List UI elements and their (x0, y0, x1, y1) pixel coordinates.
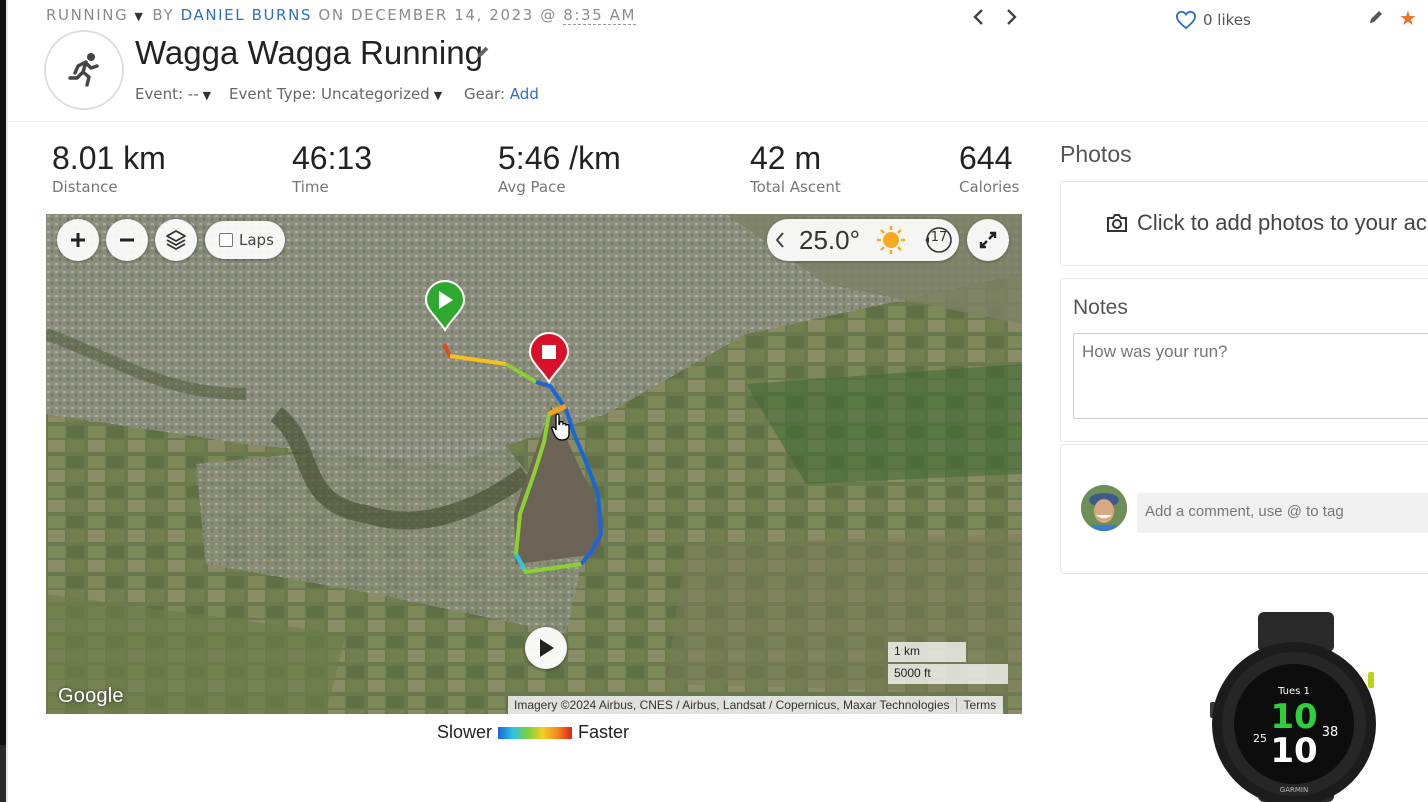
stat-distance: 8.01 km Distance (52, 140, 166, 196)
gear-field: Gear: Add (464, 85, 539, 103)
minus-icon (120, 238, 134, 242)
author-link[interactable]: DANIEL BURNS (181, 6, 312, 24)
play-icon (540, 639, 554, 657)
event-dropdown-icon: ▼ (202, 89, 212, 102)
chevron-left-icon[interactable] (773, 229, 787, 251)
activity-meta: RUNNING ▼ BY DANIEL BURNS ON DECEMBER 14, … (46, 6, 637, 25)
stat-value: 46:13 (292, 140, 373, 176)
photos-heading: Photos (1060, 141, 1132, 167)
stat-value: 644 (959, 140, 1013, 176)
notes-textarea[interactable] (1073, 333, 1428, 419)
window-edge (0, 0, 8, 802)
zoom-in-button[interactable] (57, 219, 99, 261)
terms-link[interactable]: Terms (955, 698, 1004, 712)
activity-title[interactable]: Wagga Wagga Running (135, 34, 483, 72)
watch-minute: 10 (1270, 731, 1317, 771)
plus-icon (71, 233, 85, 247)
stat-total-ascent: 42 m Total Ascent (750, 140, 841, 196)
add-photos-label: Click to add photos to your ac (1137, 210, 1427, 235)
stat-avg-pace: 5:46 /km Avg Pace (498, 140, 621, 196)
comments-panel: Add a comment, use @ to tag (1060, 444, 1428, 574)
stat-label: Time (292, 178, 329, 196)
stat-label: Avg Pace (498, 178, 566, 196)
imagery-credit: Imagery ©2024 Airbus, CNES / Airbus, Lan… (514, 698, 950, 712)
comment-input[interactable]: Add a comment, use @ to tag (1137, 493, 1428, 533)
previous-activity-icon[interactable] (968, 6, 988, 28)
activity-navigation (968, 6, 1022, 28)
running-activity-icon (44, 30, 124, 110)
pace-legend: Slower Faster (437, 722, 629, 743)
watch-date: Tues 1 (1277, 686, 1310, 697)
stat-label: Calories (959, 178, 1020, 196)
sun-icon (877, 226, 905, 254)
next-activity-icon[interactable] (1002, 6, 1022, 28)
add-photos-button[interactable]: Click to add photos to your ac (1105, 210, 1427, 236)
sport-dropdown-icon[interactable]: ▼ (134, 10, 144, 23)
edit-activity-icon[interactable] (1367, 8, 1385, 30)
stat-value: 42 m (750, 140, 822, 176)
fullscreen-button[interactable] (967, 219, 1009, 261)
legend-slower: Slower (437, 722, 493, 742)
date-label: ON DECEMBER 14, 2023 @ (318, 6, 557, 24)
stat-label: Distance (52, 178, 118, 196)
zoom-out-button[interactable] (106, 219, 148, 261)
expand-icon (979, 231, 997, 249)
start-marker-icon[interactable] (424, 280, 466, 332)
scale-km: 1 km (888, 642, 966, 662)
hand-cursor-icon (551, 413, 570, 441)
watch-left-stat: 25 (1253, 732, 1267, 745)
laps-toggle[interactable]: Laps (205, 221, 285, 259)
likes-count: 0 likes (1203, 11, 1251, 29)
camera-icon (1107, 214, 1127, 232)
heart-icon (1175, 10, 1197, 30)
layers-icon (166, 230, 186, 250)
sport-type[interactable]: RUNNING (46, 6, 128, 24)
temperature: 25.0° (799, 225, 861, 255)
favorite-star-icon[interactable]: ★ (1399, 6, 1417, 30)
laps-checkbox[interactable] (219, 233, 233, 247)
notes-panel: Notes (1060, 278, 1428, 442)
header-divider (8, 121, 1428, 122)
watch-brand: GARMIN (1280, 786, 1308, 794)
pace-gradient-bar (498, 726, 573, 739)
stat-value: 8.01 km (52, 140, 166, 176)
event-type-dropdown-icon: ▼ (433, 89, 443, 102)
map-attribution: Imagery ©2024 Airbus, CNES / Airbus, Lan… (508, 696, 1004, 714)
photos-panel: Click to add photos to your ac (1060, 181, 1428, 266)
garmin-watch-image: Tues 1 10 10 25 38 GARMIN (1210, 612, 1376, 802)
wind-speed: 17 (930, 230, 948, 245)
stat-label: Total Ascent (750, 178, 841, 196)
activity-time[interactable]: 8:35 AM (563, 6, 637, 25)
by-label: BY (152, 6, 175, 24)
google-logo: Google (58, 685, 124, 707)
event-dropdown[interactable]: Event: -- ▼ (135, 85, 211, 103)
map-scale: 1 km 5000 ft (888, 642, 1008, 684)
stat-time: 46:13 Time (292, 140, 372, 196)
event-type-dropdown[interactable]: Event Type: Uncategorized ▼ (229, 85, 442, 103)
map-layers-button[interactable] (155, 219, 197, 261)
laps-label: Laps (239, 231, 274, 249)
stat-value: 5:46 /km (498, 140, 621, 176)
stat-calories: 644 Calories (959, 140, 1019, 196)
notes-heading: Notes (1073, 296, 1128, 319)
legend-faster: Faster (578, 722, 630, 742)
avatar (1081, 485, 1127, 531)
play-route-button[interactable] (525, 627, 567, 669)
add-gear-link[interactable]: Add (510, 85, 539, 103)
edit-title-icon[interactable] (475, 44, 491, 64)
watch-right-stat: 38 (1322, 725, 1339, 740)
scale-ft: 5000 ft (888, 664, 1008, 684)
likes-button[interactable]: 0 likes (1175, 10, 1251, 30)
stop-marker-icon[interactable] (528, 332, 570, 384)
weather-widget[interactable]: 25.0° 17 (767, 219, 959, 261)
